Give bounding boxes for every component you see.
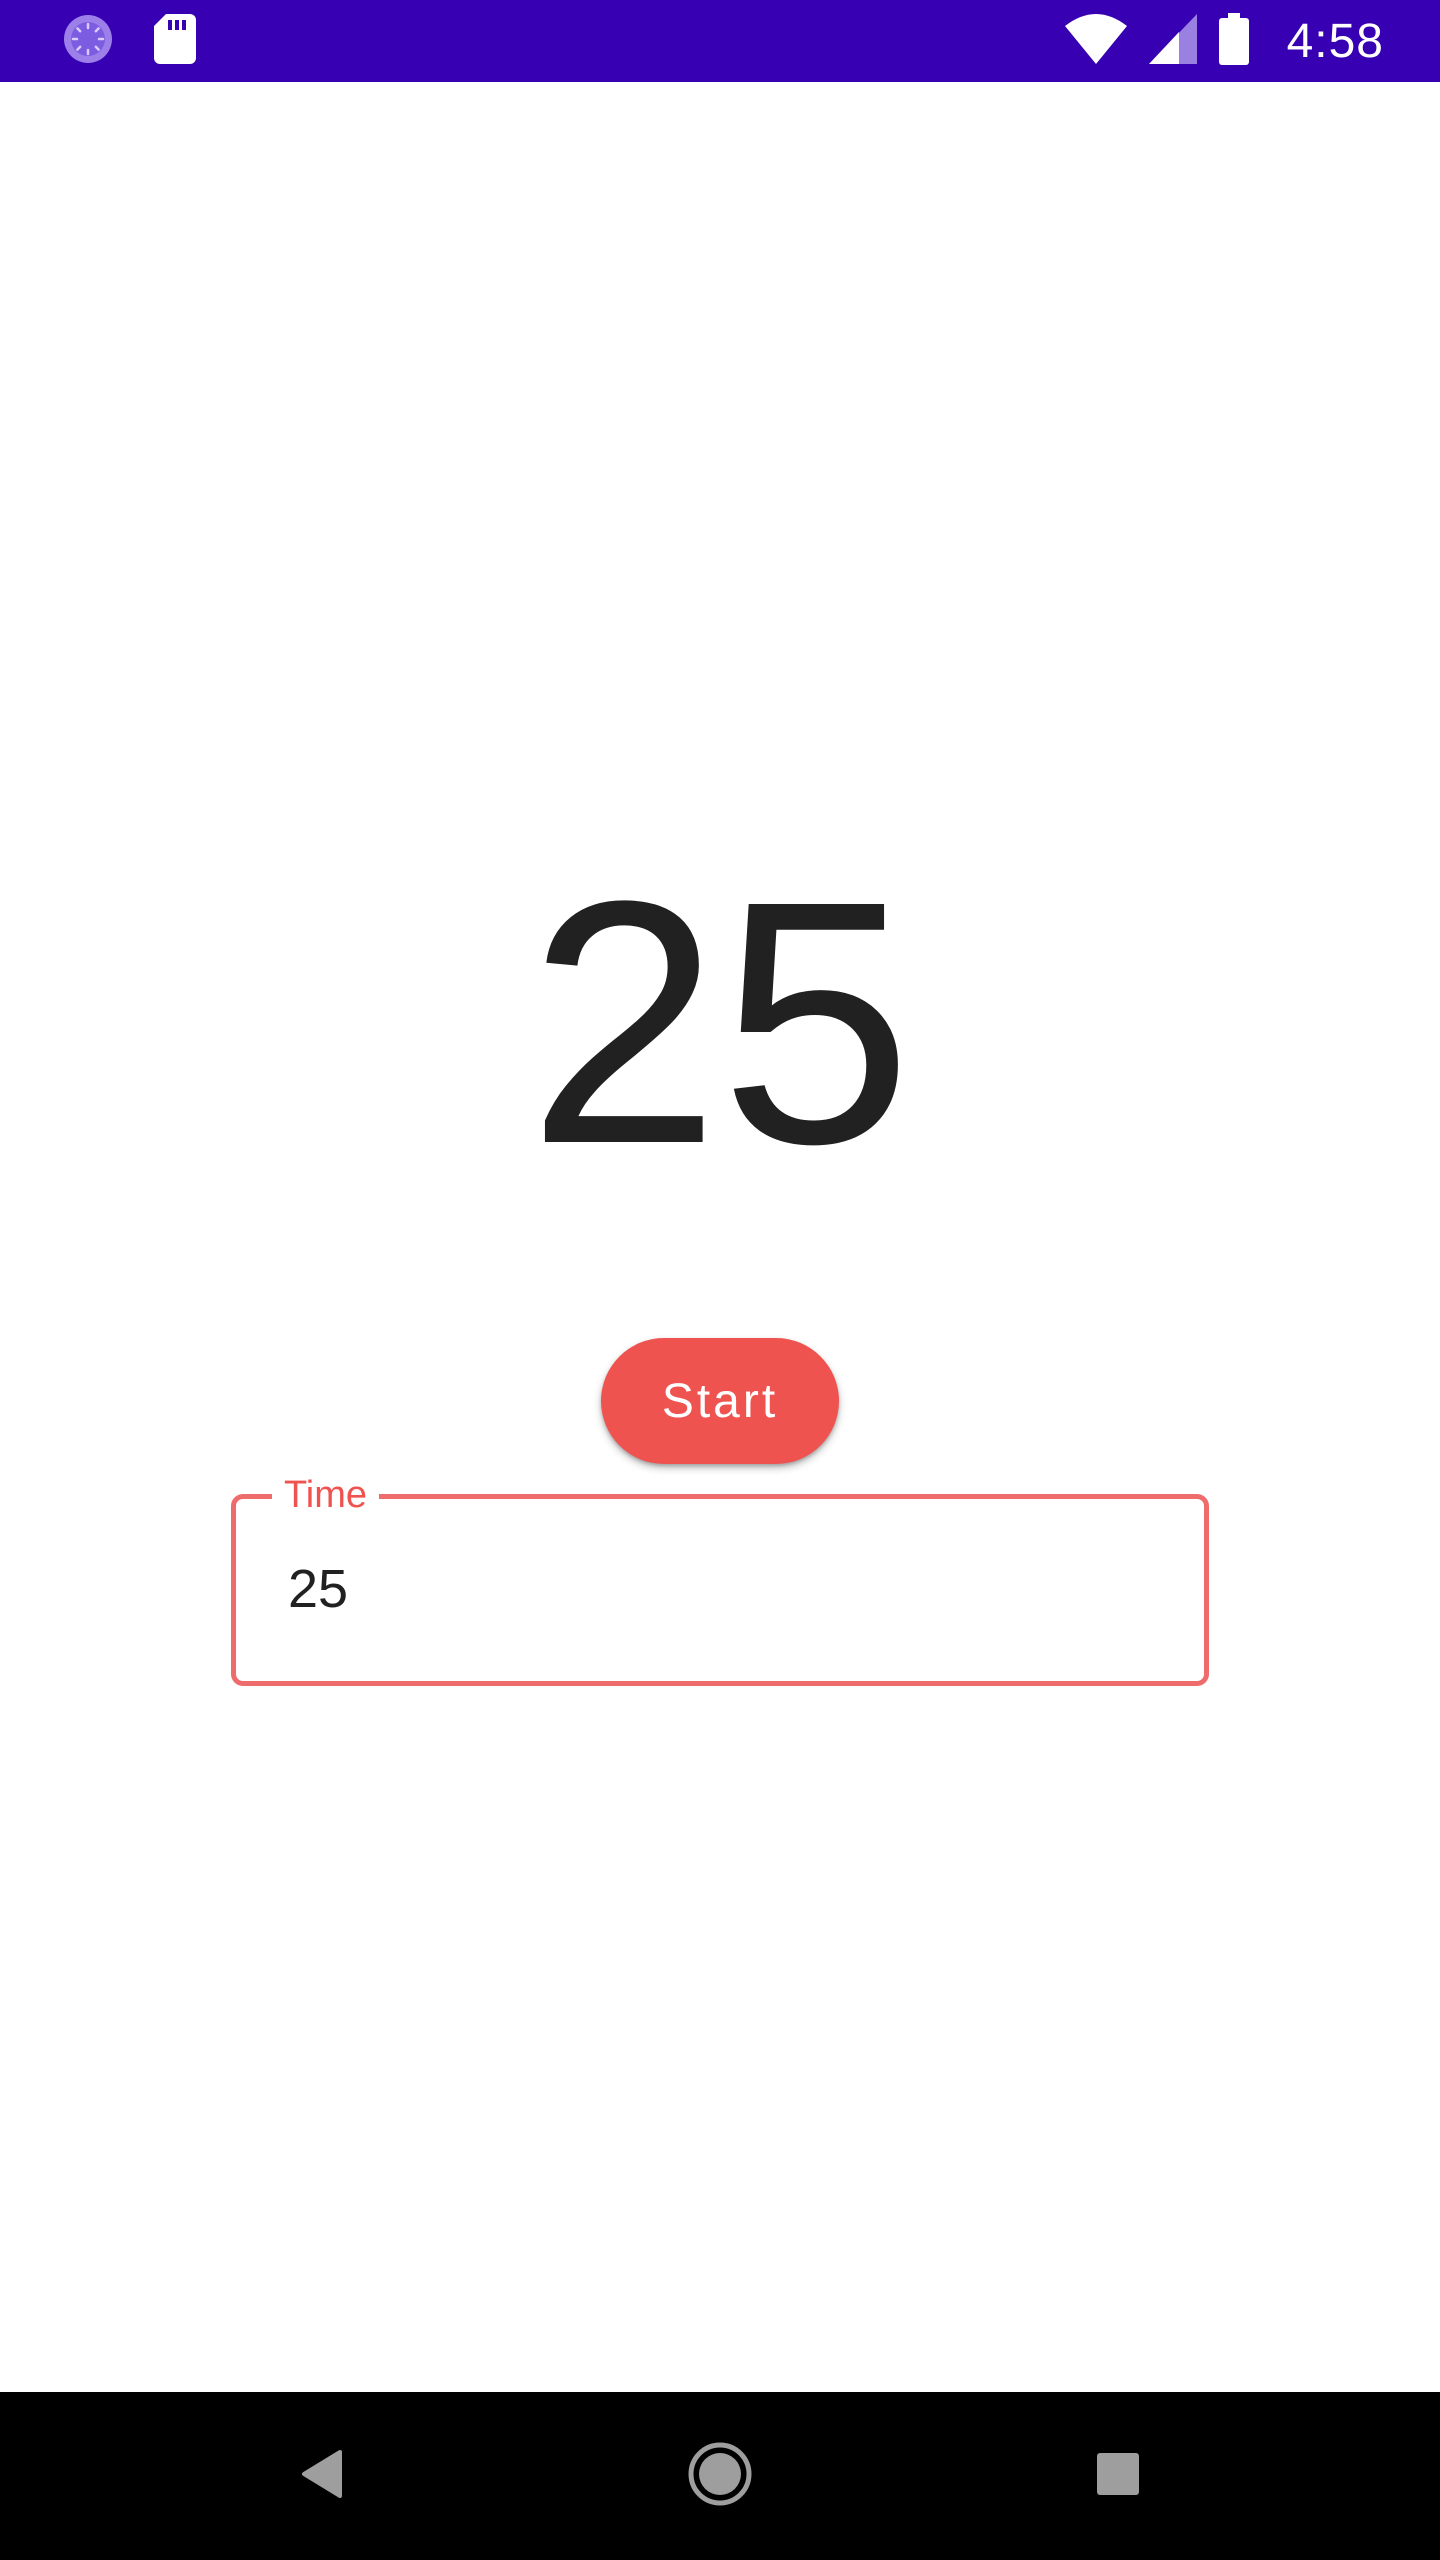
cellular-signal-icon [1148,13,1197,69]
status-bar-left-icons [62,13,196,69]
status-bar: 4:58 [0,0,1440,82]
timer-display: 25 [527,830,913,1216]
recents-icon [1096,2452,1140,2501]
back-icon [300,2449,344,2503]
time-field[interactable]: Time [231,1471,1209,1686]
home-icon [687,2441,753,2512]
sync-spinner-icon [62,13,114,70]
navigation-bar [0,2392,1440,2560]
nav-back-button[interactable] [272,2426,372,2526]
nav-home-button[interactable] [670,2426,770,2526]
sd-card-icon [154,13,196,69]
time-input[interactable] [288,1549,1148,1629]
wifi-icon [1064,13,1127,69]
battery-icon [1218,12,1249,70]
nav-recents-button[interactable] [1068,2426,1168,2526]
app-screen: 4:58 25 Start Time [0,0,1440,2560]
start-button[interactable]: Start [601,1338,839,1464]
status-bar-right-icons: 4:58 [1064,12,1384,70]
time-field-label: Time [272,1471,380,1519]
status-bar-clock: 4:58 [1286,14,1384,68]
